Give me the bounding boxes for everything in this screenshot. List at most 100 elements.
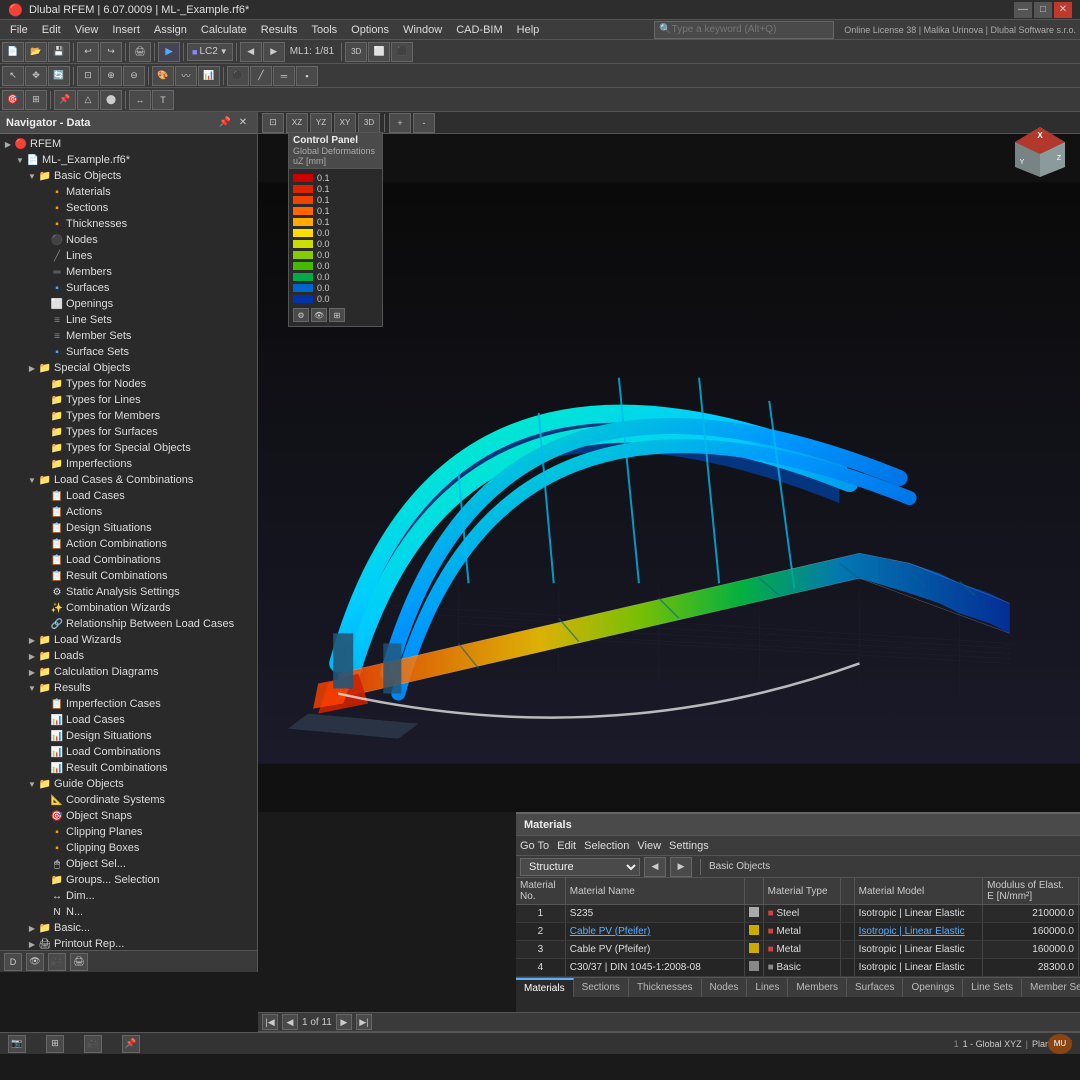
tab-nodes[interactable]: Nodes	[702, 978, 748, 998]
tree-printout[interactable]: ▶ 🖨 Printout Rep...	[0, 936, 257, 950]
table-row[interactable]: 4 C30/37 | DIN 1045-1:2008-08 ■ Basic Is…	[516, 959, 1080, 977]
tree-res-load-comb[interactable]: 📊 Load Combinations	[0, 744, 257, 760]
nav-display-btn[interactable]: 👁	[26, 953, 44, 971]
nav-cube[interactable]: X Y Z	[1010, 122, 1070, 182]
nav-pin-btn[interactable]: 📌	[217, 115, 233, 131]
tree-types-lines[interactable]: 📁 Types for Lines	[0, 392, 257, 408]
vp-zoom-in-btn[interactable]: +	[389, 113, 411, 133]
tree-combination-wizards[interactable]: ✨ Combination Wizards	[0, 600, 257, 616]
tab-members[interactable]: Members	[788, 978, 847, 998]
tree-ml-example[interactable]: ▼ 📄 ML-_Example.rf6*	[0, 152, 257, 168]
tree-basic-objects[interactable]: ▼ 📁 Basic Objects	[0, 168, 257, 184]
tree-sections[interactable]: ▪ Sections	[0, 200, 257, 216]
tree-results[interactable]: ▼ 📁 Results	[0, 680, 257, 696]
search-input[interactable]	[672, 24, 812, 35]
menu-window[interactable]: Window	[397, 23, 448, 37]
tree-surfaces[interactable]: ▪ Surfaces	[0, 280, 257, 296]
menu-file[interactable]: File	[4, 23, 34, 37]
deform-btn[interactable]: 〰	[175, 66, 197, 86]
print-btn[interactable]: 🖨	[129, 42, 151, 62]
tree-res-load-cases[interactable]: 📊 Load Cases	[0, 712, 257, 728]
redo-btn[interactable]: ↪	[100, 42, 122, 62]
zoom-out[interactable]: ⊖	[123, 66, 145, 86]
cp-expand-btn[interactable]: ⊞	[329, 308, 345, 322]
table-row[interactable]: 3 Cable PV (Pfeifer) ■ Metal Isotropic |…	[516, 941, 1080, 959]
tree-special-objects[interactable]: ▶ 📁 Special Objects	[0, 360, 257, 376]
member-btn[interactable]: ═	[273, 66, 295, 86]
vp-fit-btn[interactable]: ⊡	[262, 113, 284, 133]
materials-table-container[interactable]: MaterialNo. Material Name Material Type …	[516, 878, 1080, 977]
table-row[interactable]: 2 Cable PV (Pfeifer) ■ Metal Isotropic |…	[516, 923, 1080, 941]
tree-load-combinations[interactable]: 📋 Load Combinations	[0, 552, 257, 568]
tab-lines[interactable]: Lines	[747, 978, 788, 998]
tab-materials[interactable]: Materials	[516, 978, 574, 998]
tree-static-analysis[interactable]: ⚙ Static Analysis Settings	[0, 584, 257, 600]
vp-front-btn[interactable]: XZ	[286, 113, 308, 133]
surface-btn[interactable]: ▪	[296, 66, 318, 86]
tab-sections[interactable]: Sections	[574, 978, 629, 998]
tab-surfaces[interactable]: Surfaces	[847, 978, 903, 998]
calculate-btn[interactable]: ▶	[158, 42, 180, 62]
pag-prev-btn[interactable]: ◀	[282, 1014, 298, 1030]
tree-rfem[interactable]: ▶ 🔴 RFEM	[0, 136, 257, 152]
menu-options[interactable]: Options	[345, 23, 395, 37]
pag-next-btn[interactable]: ▶	[336, 1014, 352, 1030]
tree-obj-snaps[interactable]: 🎯 Object Snaps	[0, 808, 257, 824]
tree-materials[interactable]: ▪ Materials	[0, 184, 257, 200]
tree-n[interactable]: N N...	[0, 904, 257, 920]
tree-types-nodes[interactable]: 📁 Types for Nodes	[0, 376, 257, 392]
zoom-fit[interactable]: ⊡	[77, 66, 99, 86]
tree-basic2[interactable]: ▶ 📁 Basic...	[0, 920, 257, 936]
tree-surface-sets[interactable]: ▪ Surface Sets	[0, 344, 257, 360]
maximize-button[interactable]: □	[1034, 2, 1052, 18]
status-mark-btn[interactable]: 📌	[122, 1035, 140, 1053]
tree-types-members[interactable]: 📁 Types for Members	[0, 408, 257, 424]
tab-openings[interactable]: Openings	[903, 978, 963, 998]
menu-insert[interactable]: Insert	[106, 23, 146, 37]
nav-data-btn[interactable]: D	[4, 953, 22, 971]
vp-3d-btn[interactable]: 3D	[358, 113, 380, 133]
menu-edit[interactable]: Edit	[36, 23, 67, 37]
mat-menu-selection[interactable]: Selection	[584, 840, 629, 852]
node-btn[interactable]: ⚫	[227, 66, 249, 86]
tree-guide-objects[interactable]: ▼ 📁 Guide Objects	[0, 776, 257, 792]
struct-prev-btn[interactable]: ◀	[644, 857, 666, 877]
new-btn[interactable]: 📄	[2, 42, 24, 62]
mat-menu-edit[interactable]: Edit	[557, 840, 576, 852]
nav-close-btn[interactable]: ✕	[235, 115, 251, 131]
struct-next-btn[interactable]: ▶	[670, 857, 692, 877]
tree-types-surfaces[interactable]: 📁 Types for Surfaces	[0, 424, 257, 440]
nav-print-btn[interactable]: 🖨	[70, 953, 88, 971]
solid-btn[interactable]: ⬛	[391, 42, 413, 62]
table-row[interactable]: 1 S235 ■ Steel Isotropic | Linear Elasti…	[516, 905, 1080, 923]
menu-results[interactable]: Results	[255, 23, 304, 37]
hinge-btn[interactable]: ⬤	[100, 90, 122, 110]
tree-clipping-planes[interactable]: ▪ Clipping Planes	[0, 824, 257, 840]
text-btn[interactable]: T	[152, 90, 174, 110]
tree-members[interactable]: ═ Members	[0, 264, 257, 280]
minimize-button[interactable]: —	[1014, 2, 1032, 18]
tree-design-situations[interactable]: 📋 Design Situations	[0, 520, 257, 536]
tree-load-cases[interactable]: 📋 Load Cases	[0, 488, 257, 504]
tree-imperfection-cases[interactable]: 📋 Imperfection Cases	[0, 696, 257, 712]
select-btn[interactable]: ↖	[2, 66, 24, 86]
tree-actions[interactable]: 📋 Actions	[0, 504, 257, 520]
support-btn[interactable]: △	[77, 90, 99, 110]
tree-action-combinations[interactable]: 📋 Action Combinations	[0, 536, 257, 552]
menu-view[interactable]: View	[69, 23, 105, 37]
next-btn[interactable]: ▶	[263, 42, 285, 62]
tree-res-design-situations[interactable]: 📊 Design Situations	[0, 728, 257, 744]
mat-menu-settings[interactable]: Settings	[669, 840, 709, 852]
tree-member-sets[interactable]: ≡ Member Sets	[0, 328, 257, 344]
status-grid-btn[interactable]: ⊞	[46, 1035, 64, 1053]
save-btn[interactable]: 💾	[48, 42, 70, 62]
line-btn[interactable]: ╱	[250, 66, 272, 86]
grid-btn[interactable]: ⊞	[25, 90, 47, 110]
zoom-in[interactable]: ⊕	[100, 66, 122, 86]
close-button[interactable]: ✕	[1054, 2, 1072, 18]
mat-menu-view[interactable]: View	[637, 840, 661, 852]
view3d-btn[interactable]: 3D	[345, 42, 367, 62]
tree-groups[interactable]: 📁 Groups... Selection	[0, 872, 257, 888]
pag-last-btn[interactable]: ▶|	[356, 1014, 372, 1030]
tab-thicknesses[interactable]: Thicknesses	[629, 978, 702, 998]
